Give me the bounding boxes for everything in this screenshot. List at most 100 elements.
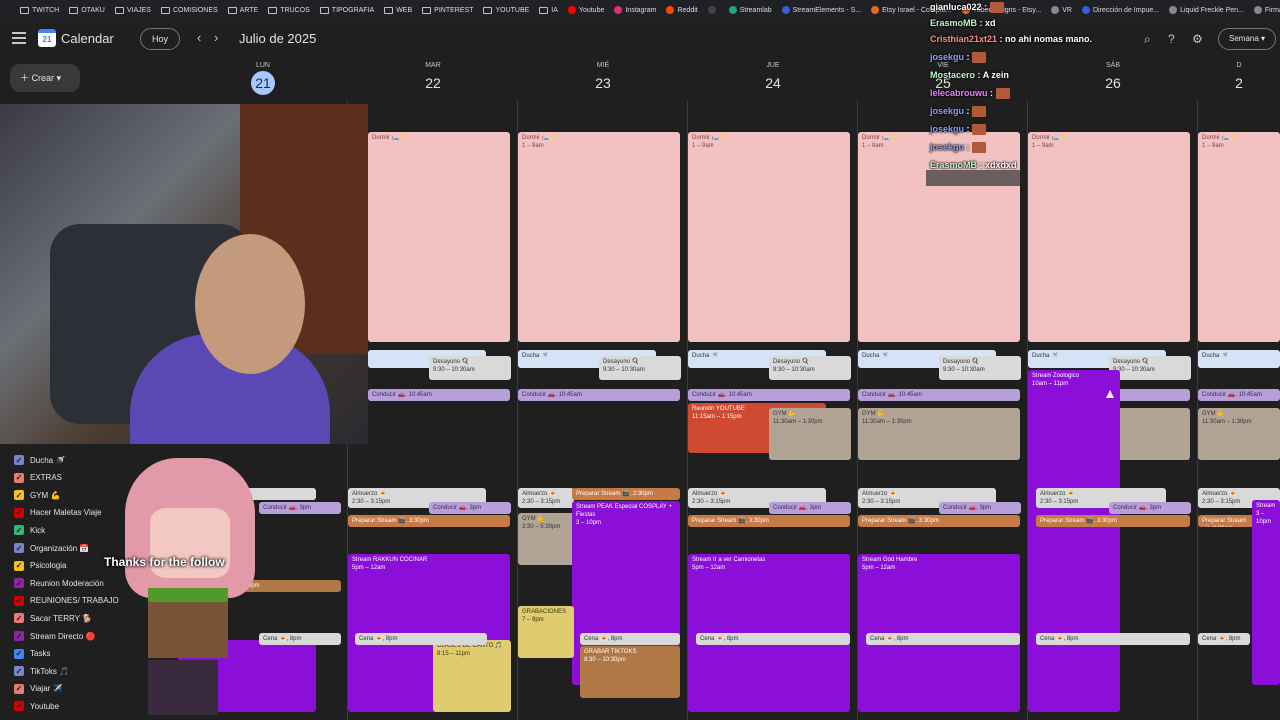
event-desayuno[interactable]: Desayuno 🍳 9:30 – 10:30am xyxy=(599,356,681,380)
next-week-icon[interactable]: › xyxy=(214,30,218,45)
bookmark-item[interactable]: VIAJES xyxy=(114,6,151,14)
event-preparar-stream[interactable]: Preparar Stream 🎬, 3:30pm xyxy=(858,515,1020,527)
calendar-category[interactable]: ✓ EXTRAS xyxy=(14,471,62,485)
event-conducir[interactable]: Conducir 🚗, 10:45am xyxy=(688,389,850,401)
checkbox-icon[interactable]: ✓ xyxy=(14,613,24,624)
bookmark-item[interactable]: ARTE xyxy=(227,6,258,14)
event-cena[interactable]: Cena 🍝, 8pm xyxy=(580,633,680,645)
previous-week-icon[interactable]: ‹ xyxy=(197,30,201,45)
day-header-tue[interactable]: MAR 22 xyxy=(348,60,518,95)
event-conducir[interactable]: Conducir 🚗, 10:45am xyxy=(858,389,1020,401)
checkbox-icon[interactable]: ✓ xyxy=(14,666,24,677)
event-cena[interactable]: Cena 🍝, 8pm xyxy=(259,633,341,645)
bookmark-item[interactable]: Streamlab xyxy=(728,6,772,14)
event-preparar-stream[interactable]: Preparar Stream 🎬, 2:30pm xyxy=(572,488,680,500)
event-grabar-tiktoks[interactable]: GRABAR TIKTOKS 8:30 – 10:30pm xyxy=(580,646,680,698)
checkbox-icon[interactable]: ✓ xyxy=(14,648,24,659)
event-desayuno[interactable]: Desayuno 🍳 9:30 – 10:30am xyxy=(939,356,1021,380)
bookmark-item[interactable]: WEB xyxy=(384,6,412,14)
calendar-category[interactable]: ✓ Psicologia xyxy=(14,559,66,573)
event-cena[interactable]: Cena 🍝, 8pm xyxy=(355,633,487,645)
calendar-category[interactable]: ✓ TikToks 🎵 xyxy=(14,664,69,678)
event-gym[interactable]: GYM 💪11:30am – 1:30pm xyxy=(858,408,1020,460)
calendar-category[interactable]: ✓ Reunion Moderación xyxy=(14,576,104,590)
event-gym[interactable]: GYM 💪11:30am – 1:30pm xyxy=(1198,408,1280,460)
event-conducir[interactable]: Conducir 🚗, 10:45am xyxy=(368,389,510,401)
checkbox-icon[interactable]: ✓ xyxy=(14,631,24,641)
checkbox-icon[interactable]: ✓ xyxy=(14,507,24,518)
day-header-wed[interactable]: MIÉ 23 xyxy=(518,60,688,95)
bookmark-item[interactable]: YOUTUBE xyxy=(483,6,529,14)
event-ducha[interactable]: Ducha 🚿 xyxy=(1198,350,1280,368)
event-preparar-stream[interactable]: Preparar Stream 🎬, 3:30pm xyxy=(1198,515,1258,527)
event-conducir-pm[interactable]: Conducir 🚗, 3pm xyxy=(939,502,1021,514)
bookmark-item[interactable]: PINTEREST xyxy=(422,6,473,14)
event-stream-zoologico[interactable]: Stream Zoologico 10am – 11pm xyxy=(1028,370,1120,712)
event-desayuno[interactable]: Desayuno 🍳 9:30 – 10:30am xyxy=(769,356,851,380)
checkbox-icon[interactable]: ✓ xyxy=(14,560,24,571)
event-dormir[interactable]: Dormir 🛏️ ✨ xyxy=(368,132,510,342)
event-dormir[interactable]: Dormir 🛏️ ✨ 1 – 9am xyxy=(518,132,680,342)
event-almuerzo[interactable]: Almuerzo 🍝 2:30 – 3:15pm xyxy=(518,488,574,508)
calendar-category[interactable]: ✓ Youtube xyxy=(14,699,59,713)
create-button[interactable]: ＋ Crear ▾ xyxy=(10,64,80,92)
event-stream-sunday[interactable]: Stream 3 – 10pm xyxy=(1252,500,1280,685)
checkbox-icon[interactable]: ✓ xyxy=(14,683,24,694)
event-conducir[interactable]: Conducir 🚗, 10:45am xyxy=(518,389,680,401)
checkbox-icon[interactable]: ✓ xyxy=(14,525,24,536)
day-header-mon[interactable]: LUN 21 xyxy=(178,60,348,95)
calendar-category[interactable]: ✓ Ducha 🚿 xyxy=(14,453,65,467)
day-header-thu[interactable]: JUE 24 xyxy=(688,60,858,95)
event-preparar-stream[interactable]: Preparar Stream 🎬, 3:30pm xyxy=(688,515,850,527)
event-clases-canto[interactable]: CLASES DE CANTO 🎵 8:15 – 11pm xyxy=(433,640,511,712)
bookmark-item[interactable]: Youtube xyxy=(567,6,604,14)
bookmark-item[interactable]: TRUCOS xyxy=(268,6,310,14)
bookmark-item[interactable]: Instagram xyxy=(614,6,656,14)
checkbox-icon[interactable]: ✓ xyxy=(14,472,24,483)
event-cena[interactable]: Cena 🍝, 8pm xyxy=(1198,633,1250,645)
calendar-category[interactable]: ✓ GYM 💪 xyxy=(14,488,60,502)
event-conducir-pm[interactable]: Conducir 🚗, 3pm xyxy=(1109,502,1191,514)
checkbox-icon[interactable]: ✓ xyxy=(14,701,24,712)
calendar-category[interactable]: ✓ Stream Directo 🔴 xyxy=(14,629,96,643)
calendar-category[interactable]: ✓ Tasks xyxy=(14,647,50,661)
event-cena[interactable]: Cena 🍝, 8pm xyxy=(866,633,1020,645)
calendar-category[interactable]: ✓ Hacer Maletas Viaje xyxy=(14,506,101,520)
bookmark-item[interactable]: Firma del Certificad... xyxy=(1253,6,1280,14)
checkbox-icon[interactable]: ✓ xyxy=(14,455,24,465)
event-conducir-pm[interactable]: Conducir 🚗, 3pm xyxy=(259,502,341,514)
main-menu-icon[interactable] xyxy=(12,32,26,44)
calendar-category[interactable]: ✓ Kick xyxy=(14,523,45,537)
event-conducir-pm[interactable]: Conducir 🚗, 3pm xyxy=(429,502,511,514)
calendar-category[interactable]: ✓ Sacar TERRY 🐕 xyxy=(14,611,92,625)
checkbox-icon[interactable]: ✓ xyxy=(14,578,24,589)
event-gym[interactable]: GYM 💪 3:30 – 5:30pm xyxy=(518,513,574,565)
event-conducir-pm[interactable]: Conducir 🚗, 3pm xyxy=(769,502,851,514)
bookmark-item[interactable]: StreamElements - S... xyxy=(781,6,861,14)
bookmark-item[interactable]: OTAKU xyxy=(69,6,105,14)
event-preparar-stream[interactable]: Preparar Stream 🎬, 3:30pm xyxy=(1036,515,1190,527)
event-desayuno[interactable]: Desayuno 🍳 9:30 – 10:30am xyxy=(429,356,511,380)
bookmark-item[interactable]: Reddit xyxy=(666,6,698,14)
bookmark-item[interactable]: TWITCH xyxy=(20,6,59,14)
checkbox-icon[interactable]: ✓ xyxy=(14,543,24,553)
bookmark-item[interactable] xyxy=(707,6,719,14)
view-selector[interactable]: Semana ▾ xyxy=(1218,28,1276,50)
bookmark-item[interactable]: COMISIONES xyxy=(160,6,218,14)
event-grabaciones[interactable]: GRABACIONES 7 – 9pm xyxy=(518,606,574,658)
event-conducir[interactable]: Conducir 🚗, 10:45am xyxy=(1198,389,1280,401)
today-button[interactable]: Hoy xyxy=(140,28,180,50)
event-cena[interactable]: Cena 🍝, 8pm xyxy=(696,633,850,645)
checkbox-icon[interactable]: ✓ xyxy=(14,490,24,501)
event-desayuno[interactable]: Desayuno 🍳 9:30 – 10:30am xyxy=(1109,356,1191,380)
event-dormir[interactable]: Dormir 🛏️ ✨ 1 – 9am xyxy=(688,132,850,342)
event-gym[interactable]: GYM 💪11:30am – 1:30pm xyxy=(769,408,851,460)
calendar-category[interactable]: ✓ Viajar ✈️ xyxy=(14,682,63,696)
bookmark-item[interactable]: TIPOGRAFIA xyxy=(319,6,374,14)
folder-icon xyxy=(114,6,124,14)
event-preparar-stream[interactable]: Preparar Stream 🎬, 3:30pm xyxy=(348,515,510,527)
bookmark-item[interactable]: IA xyxy=(539,6,558,14)
checkbox-icon[interactable]: ✓ xyxy=(14,595,24,606)
calendar-category[interactable]: ✓ Organización 📅 xyxy=(14,541,89,555)
event-cena[interactable]: Cena 🍝, 8pm xyxy=(1036,633,1190,645)
